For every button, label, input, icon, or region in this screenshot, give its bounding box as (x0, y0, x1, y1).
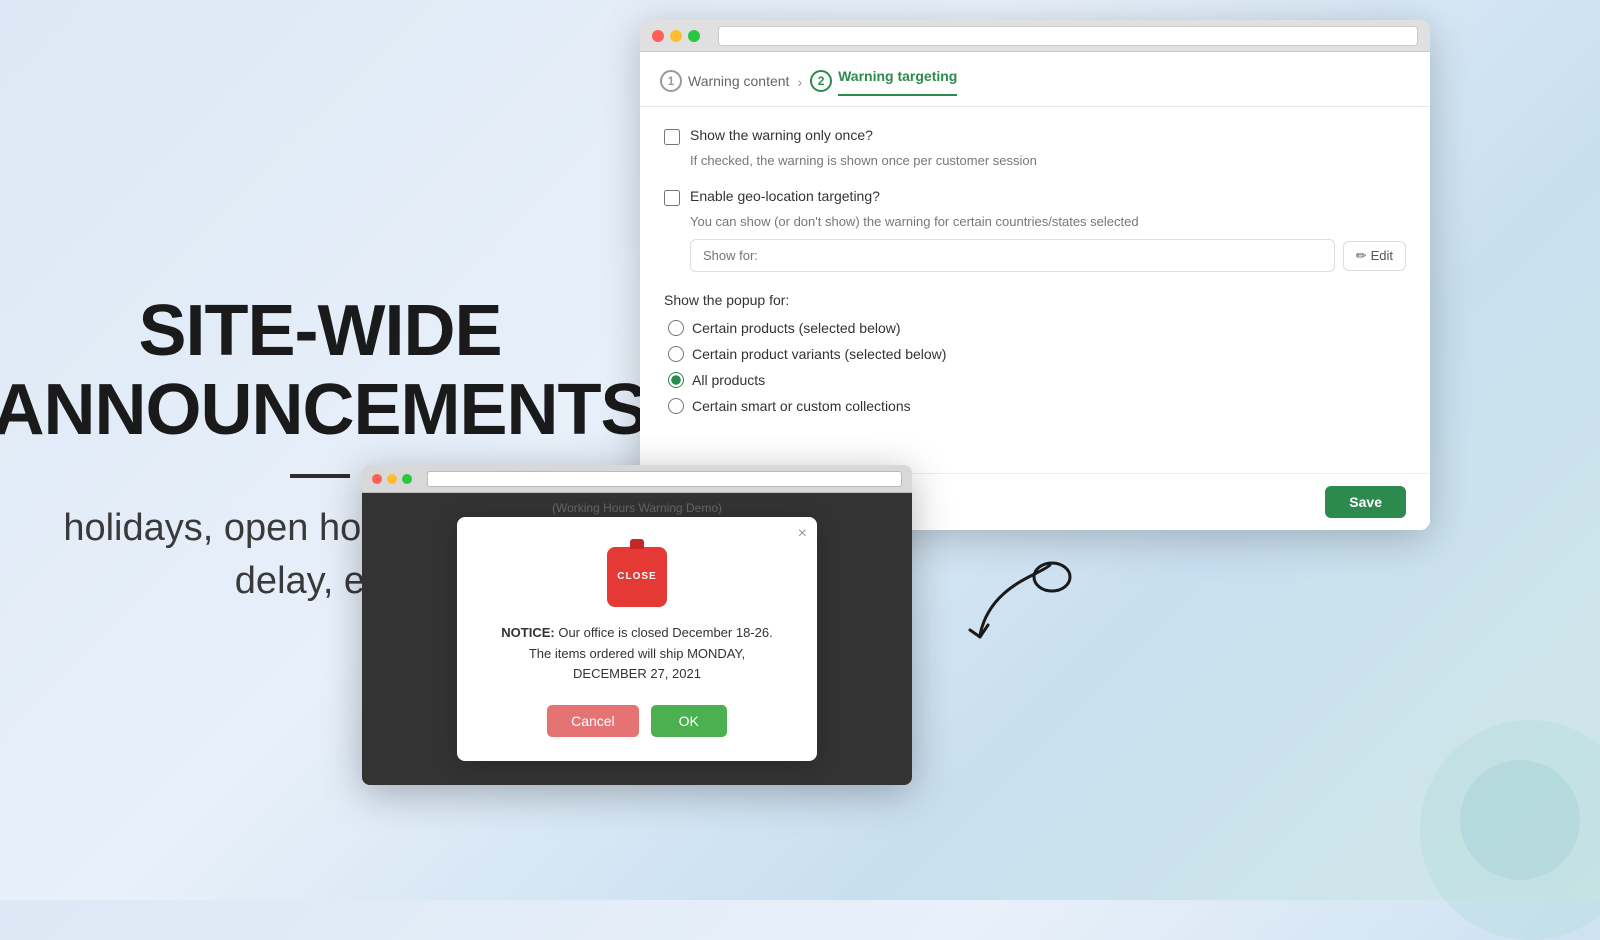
popup-window: (Working Hours Warning Demo) × CLOSE NOT… (362, 465, 912, 785)
save-button[interactable]: Save (1325, 486, 1406, 518)
radio-certain-variants[interactable]: Certain product variants (selected below… (668, 346, 1406, 362)
show-once-label: Show the warning only once? (690, 127, 873, 143)
modal-close-button[interactable]: × (798, 525, 807, 543)
radio-certain-collections[interactable]: Certain smart or custom collections (668, 398, 1406, 414)
radio-all-products[interactable]: All products (668, 372, 1406, 388)
radio-group: Certain products (selected below) Certai… (668, 320, 1406, 414)
browser-window: 1 Warning content › 2 Warning targeting … (640, 20, 1430, 530)
deco-circle-2 (1460, 760, 1580, 880)
geo-input-field[interactable] (690, 239, 1335, 272)
radio-certain-variants-input[interactable] (668, 346, 684, 362)
pencil-icon: ✏ (1356, 248, 1367, 264)
popup-for-label: Show the popup for: (664, 292, 1406, 308)
radio-certain-variants-label: Certain product variants (selected below… (692, 346, 946, 362)
modal-buttons: Cancel OK (493, 705, 781, 737)
show-once-checkbox[interactable] (664, 129, 680, 145)
modal-ok-button[interactable]: OK (651, 705, 727, 737)
title-line1: SITE-WIDE (139, 291, 502, 371)
title-divider (290, 474, 350, 478)
modal-box: × CLOSE NOTICE: Our office is closed Dec… (457, 517, 817, 761)
step-2-item[interactable]: 2 Warning targeting (810, 68, 957, 106)
radio-certain-products-label: Certain products (selected below) (692, 320, 901, 336)
browser-maximize-btn[interactable] (688, 30, 700, 42)
popup-url-bar[interactable] (427, 471, 902, 487)
modal-icon: CLOSE (607, 547, 667, 607)
radio-certain-products-input[interactable] (668, 320, 684, 336)
popup-titlebar (362, 465, 912, 493)
edit-label: Edit (1371, 248, 1393, 263)
radio-certain-collections-input[interactable] (668, 398, 684, 414)
radio-all-products-label: All products (692, 372, 765, 388)
step-2-label: Warning targeting (838, 68, 957, 96)
browser-titlebar (640, 20, 1430, 52)
edit-button[interactable]: ✏ Edit (1343, 241, 1406, 271)
close-sign-text: CLOSE (617, 571, 656, 582)
step-1-label: Warning content (688, 73, 789, 89)
geo-input-row: ✏ Edit (690, 239, 1406, 272)
step-1-item[interactable]: 1 Warning content (660, 70, 789, 104)
modal-overlay: × CLOSE NOTICE: Our office is closed Dec… (362, 493, 912, 785)
modal-notice-bold: NOTICE: (501, 625, 554, 640)
show-once-group: Show the warning only once? If checked, … (664, 127, 1406, 168)
radio-certain-products[interactable]: Certain products (selected below) (668, 320, 1406, 336)
popup-for-group: Show the popup for: Certain products (se… (664, 292, 1406, 414)
radio-all-products-input[interactable] (668, 372, 684, 388)
close-sign: CLOSE (607, 547, 667, 607)
geo-location-label: Enable geo-location targeting? (690, 188, 880, 204)
browser-url-bar[interactable] (718, 26, 1418, 46)
radio-certain-collections-label: Certain smart or custom collections (692, 398, 911, 414)
title-line2: ANNOUNCEMENTS (0, 370, 648, 450)
step-chevron-icon: › (797, 74, 802, 90)
popup-maximize-btn[interactable] (402, 474, 412, 484)
browser-close-btn[interactable] (652, 30, 664, 42)
browser-content: 1 Warning content › 2 Warning targeting … (640, 52, 1430, 530)
modal-notice-text: Our office is closed December 18-26. The… (529, 625, 773, 682)
arrow-annotation (960, 555, 1080, 655)
stepper-nav: 1 Warning content › 2 Warning targeting (640, 52, 1430, 107)
popup-minimize-btn[interactable] (387, 474, 397, 484)
step-2-circle: 2 (810, 70, 832, 92)
geo-location-checkbox[interactable] (664, 190, 680, 206)
show-once-hint: If checked, the warning is shown once pe… (690, 153, 1406, 168)
popup-close-btn[interactable] (372, 474, 382, 484)
main-title: SITE-WIDE ANNOUNCEMENTS (0, 292, 648, 450)
browser-minimize-btn[interactable] (670, 30, 682, 42)
modal-cancel-button[interactable]: Cancel (547, 705, 639, 737)
step-1-circle: 1 (660, 70, 682, 92)
geo-location-group: Enable geo-location targeting? You can s… (664, 188, 1406, 272)
arrow-svg (960, 555, 1080, 655)
geo-checkbox-row: Enable geo-location targeting? (664, 188, 1406, 206)
show-once-row: Show the warning only once? (664, 127, 1406, 145)
geo-location-hint: You can show (or don't show) the warning… (690, 214, 1406, 229)
modal-notice: NOTICE: Our office is closed December 18… (493, 623, 781, 685)
popup-background: (Working Hours Warning Demo) × CLOSE NOT… (362, 493, 912, 785)
